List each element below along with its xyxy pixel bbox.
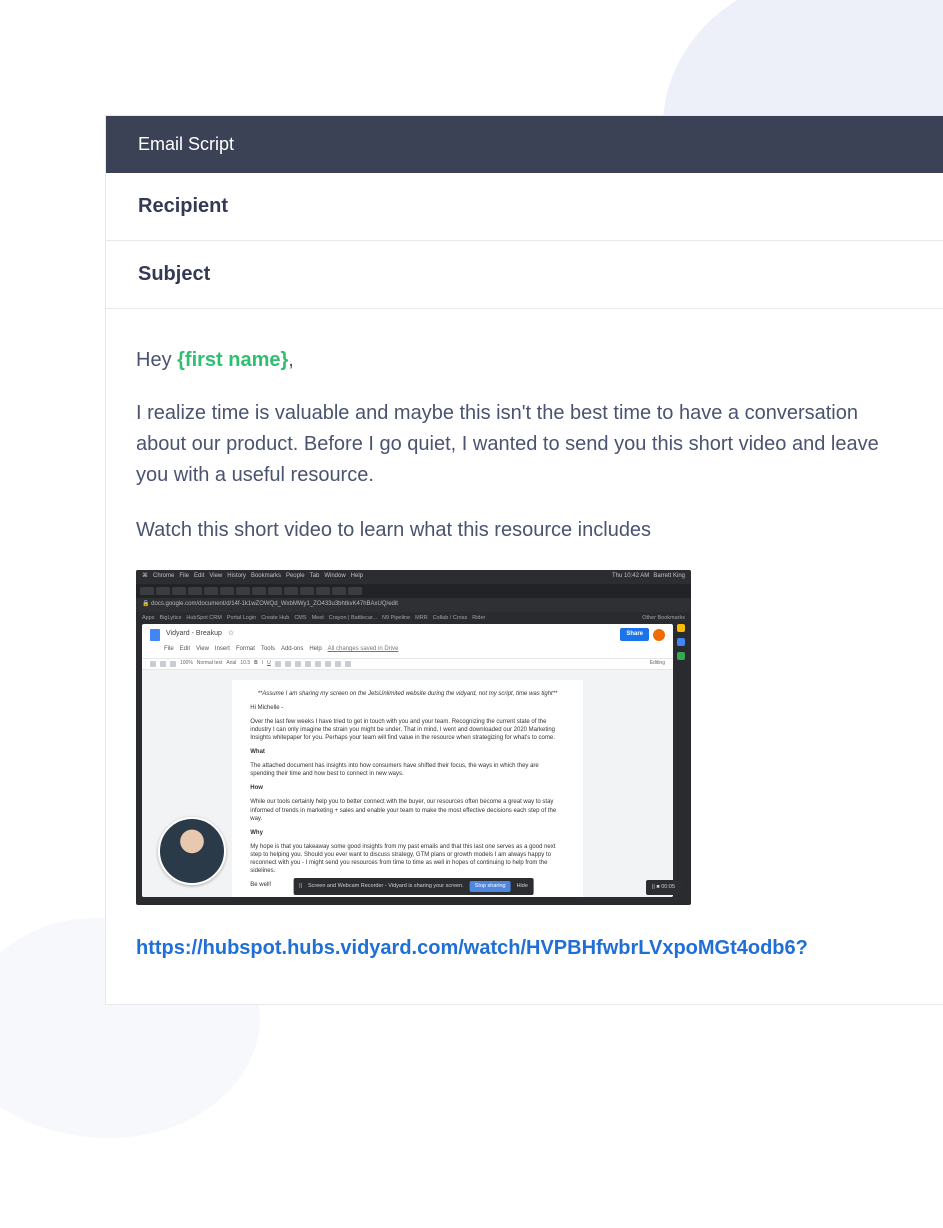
- address-bar: 🔒 docs.google.com/document/d/14f-1k1wZOW…: [136, 598, 691, 612]
- subject-label: Subject: [138, 263, 210, 285]
- addon-icon: [677, 652, 685, 660]
- card-header: Email Script: [106, 116, 943, 173]
- merge-token-firstname: {first name}: [177, 349, 288, 371]
- card-title: Email Script: [138, 134, 234, 154]
- body-paragraph-2: Watch this short video to learn what thi…: [136, 515, 913, 546]
- video-share-link[interactable]: https://hubspot.hubs.vidyard.com/watch/H…: [136, 937, 808, 959]
- recipient-label: Recipient: [138, 195, 228, 217]
- browser-tab-strip: [136, 584, 691, 598]
- body-paragraph-1: I realize time is valuable and maybe thi…: [136, 398, 913, 491]
- lock-icon: 🔒: [142, 600, 149, 609]
- star-icon: ☆: [228, 629, 234, 640]
- greeting-line: Hey {first name},: [136, 345, 913, 376]
- email-script-card: Email Script Recipient Subject Hey {firs…: [105, 115, 943, 1005]
- google-docs-icon: [150, 629, 160, 641]
- mac-menubar: ⌘ Chrome File Edit View History Bookmark…: [136, 570, 691, 584]
- greeting-suffix: ,: [288, 349, 294, 371]
- stop-sharing-button: Stop sharing: [470, 881, 511, 892]
- tasks-icon: [677, 638, 685, 646]
- recording-timer: || ■ 00:05: [646, 880, 681, 895]
- recipient-field[interactable]: Recipient: [106, 173, 943, 241]
- screen-share-bar: || Screen and Webcam Recorder - Vidyard …: [293, 878, 534, 895]
- subject-field[interactable]: Subject: [106, 241, 943, 309]
- video-thumbnail[interactable]: ⌘ Chrome File Edit View History Bookmark…: [136, 570, 691, 905]
- doc-menubar: File Edit View Insert Format Tools Add-o…: [142, 645, 673, 657]
- webcam-bubble: [158, 817, 226, 885]
- greeting-prefix: Hey: [136, 349, 177, 371]
- user-avatar: [653, 629, 665, 641]
- keep-icon: [677, 624, 685, 632]
- bookmarks-bar: Apps BigLytics HubSpot CRM Portal Login …: [136, 612, 691, 624]
- doc-toolbar: 100% Normal text Arial 10.5 BIU Editing: [142, 658, 673, 670]
- email-body: Hey {first name}, I realize time is valu…: [106, 309, 943, 1004]
- doc-title: Vidyard - Breakup: [166, 629, 222, 640]
- apple-icon: ⌘: [142, 572, 148, 581]
- doc-titlebar: Vidyard - Breakup ☆ Share: [142, 624, 673, 645]
- share-button: Share: [620, 628, 649, 641]
- side-panel-icons: [675, 624, 687, 660]
- doc-page: **Assume I am sharing my screen on the J…: [232, 680, 582, 897]
